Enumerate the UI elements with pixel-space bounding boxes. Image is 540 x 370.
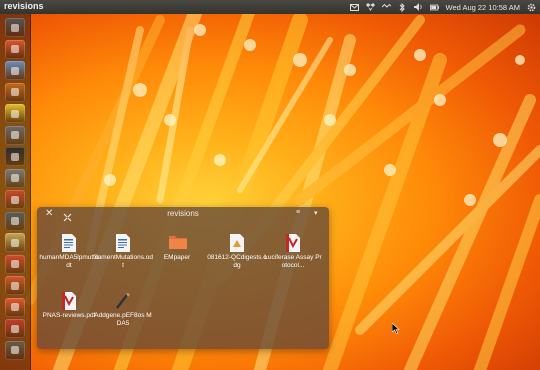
document-viewer-icon[interactable] [5,190,25,209]
bluetooth-icon[interactable] [398,2,407,12]
revisions-window: ✕ revisions ≡ ▾ humanMDA5lpmut.odt filame… [37,207,329,349]
pdf-document-icon [61,292,77,310]
file-name: EMpaper [163,254,191,261]
volume-icon[interactable] [413,3,423,12]
unity-launcher [0,14,31,370]
file-item[interactable]: Addgene.pEF8os MDA5 [93,292,153,328]
odt-document-icon [115,234,131,252]
text-editor-icon[interactable] [5,125,25,145]
power-gear-icon[interactable] [527,3,536,12]
folder-icon [169,234,187,252]
clock[interactable]: Wed Aug 22 10:58 AM [446,3,521,12]
pdf-document-icon [285,234,301,252]
file-item[interactable]: PNAS-reviews.pdf [39,292,99,320]
pdf-reader-icon[interactable] [5,254,25,274]
window-title: revisions [167,209,199,218]
odt-document-icon [61,234,77,252]
dropbox-icon[interactable] [365,3,375,12]
presentation-icon[interactable] [5,276,25,295]
mail-icon[interactable] [349,3,359,12]
file-item[interactable]: Luciferase Assay Protocol... [263,234,323,270]
system-settings-icon[interactable] [5,168,25,188]
mouse-pointer-icon [392,323,400,334]
calculator-icon[interactable] [5,211,25,231]
indicator-area: Wed Aug 22 10:58 AM [349,0,537,14]
file-name: Luciferase Assay Protocol... [264,254,322,269]
top-panel: revisions Wed Aug 22 10:58 AM [0,0,540,14]
file-item[interactable]: filamentMutations.odt [93,234,153,270]
file-name: filamentMutations.odt [93,254,153,269]
file-item[interactable]: EMpaper [147,234,207,262]
files-folder-icon[interactable] [5,39,25,59]
file-name: PNAS-reviews.pdf [42,312,96,319]
file-name: 081612-QCdigests.odg [207,254,267,269]
software-center-icon[interactable] [5,319,25,338]
battery-icon[interactable] [429,3,439,12]
menu-icon[interactable]: ≡ [296,209,300,216]
file-item[interactable]: humanMDA5lpmut.odt [39,234,99,270]
eye-of-gnome-icon[interactable] [5,104,25,123]
firefox-icon[interactable] [5,82,25,102]
file-item[interactable]: 081612-QCdigests.odg [207,234,267,270]
chromium-browser-icon[interactable] [5,61,25,80]
ubuntu-one-icon[interactable] [5,297,25,317]
image-viewer-icon[interactable] [5,233,25,252]
dash-home-icon[interactable] [5,18,25,37]
workspace-switcher-icon[interactable] [5,340,25,360]
terminal-icon[interactable] [5,147,25,166]
file-name: humanMDA5lpmut.odt [39,254,99,269]
file-name: Addgene.pEF8os MDA5 [94,312,152,327]
active-app-title: revisions [4,1,44,11]
sequence-file-icon [115,292,131,310]
chevron-down-icon[interactable]: ▾ [314,209,318,217]
network-icon[interactable] [381,3,391,12]
odg-drawing-icon [229,234,245,252]
